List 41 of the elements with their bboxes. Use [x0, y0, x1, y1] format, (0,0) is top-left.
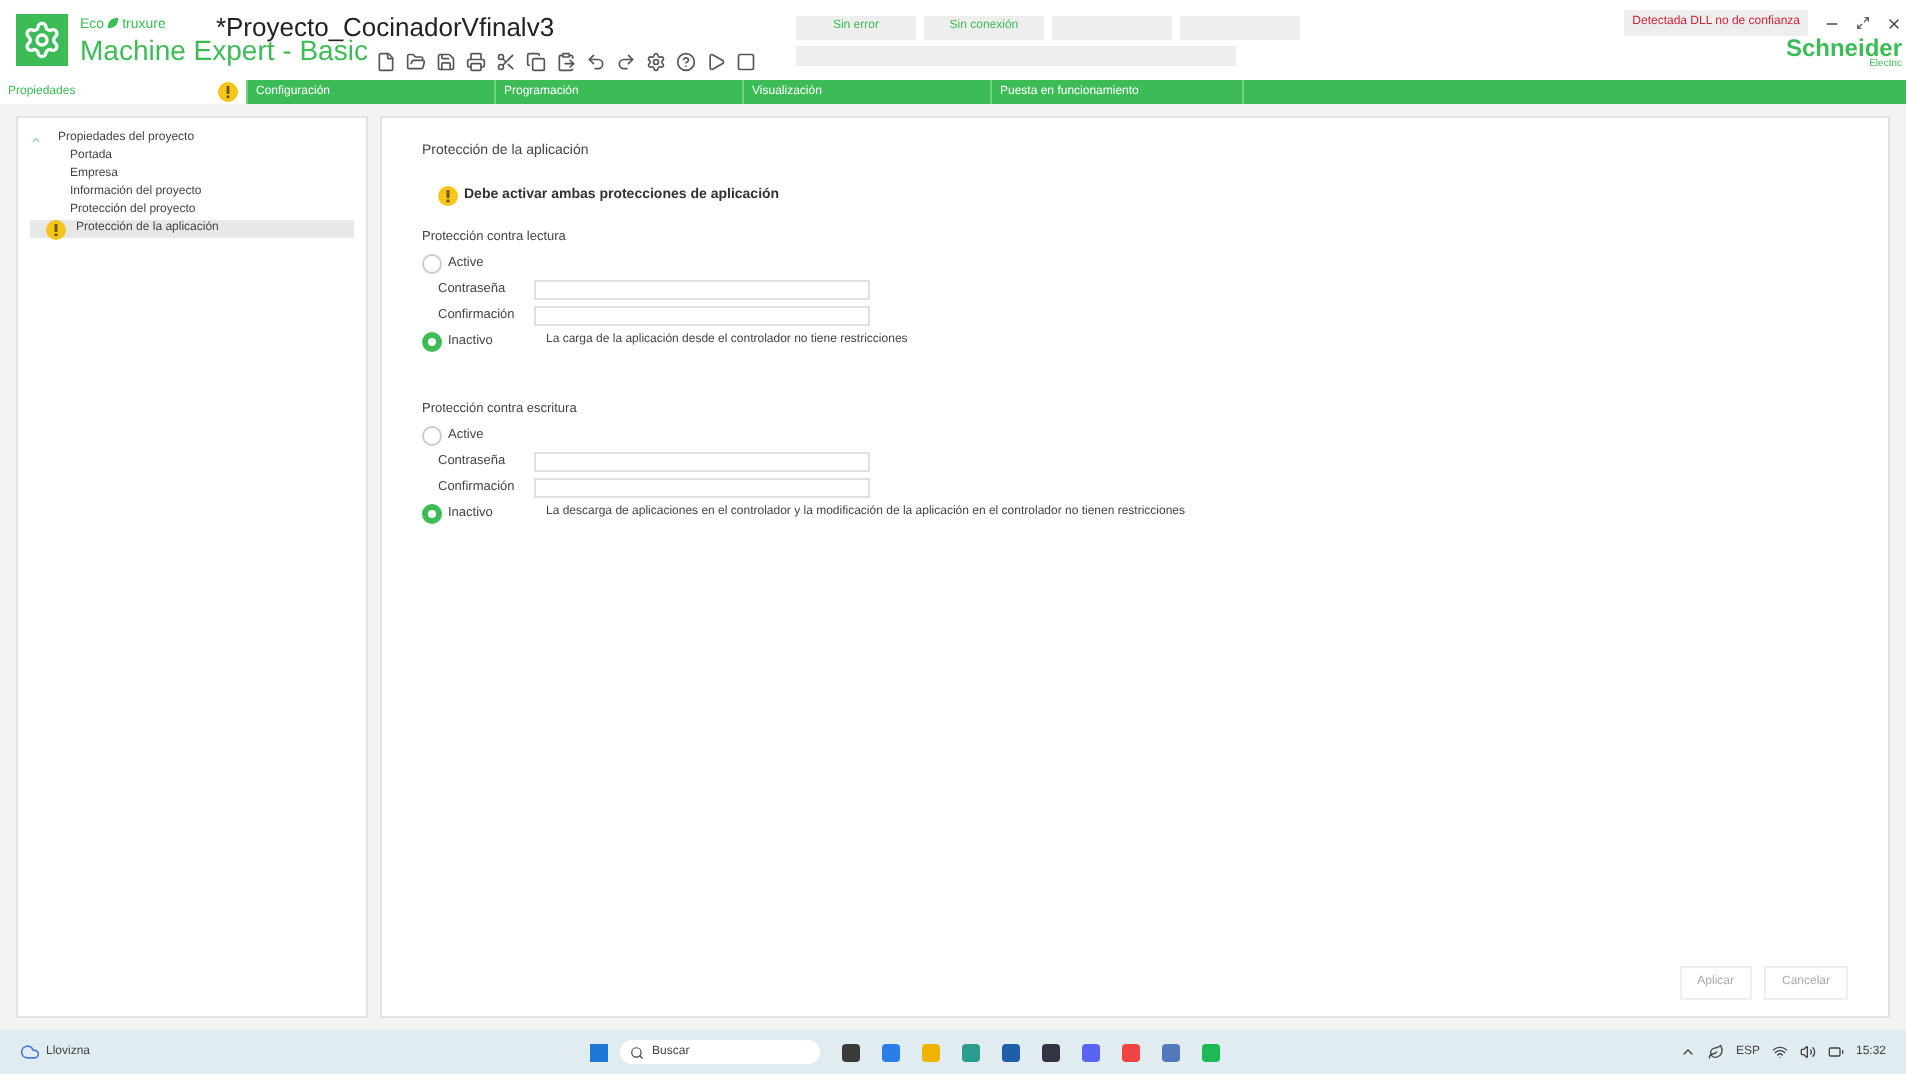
search-icon [630, 1045, 645, 1059]
radio-button[interactable] [422, 331, 442, 352]
help-icon[interactable] [675, 51, 696, 72]
gear-icon[interactable] [645, 51, 666, 72]
input-field[interactable] [534, 279, 870, 300]
battery-icon[interactable] [1827, 1044, 1844, 1060]
warning-icon [46, 219, 66, 239]
maximize-icon[interactable] [1856, 16, 1870, 30]
copy-icon[interactable] [525, 51, 546, 72]
logo-icon [16, 14, 68, 66]
input-field[interactable] [534, 477, 870, 497]
wifi-icon[interactable] [1771, 1044, 1788, 1060]
printer-icon[interactable] [465, 51, 486, 72]
undo-icon[interactable] [585, 51, 606, 72]
vendor-logo: Schneider [1785, 36, 1902, 60]
windows-icon[interactable] [590, 1043, 609, 1061]
close-icon[interactable] [1886, 15, 1902, 31]
folder-icon[interactable] [405, 51, 426, 72]
radio-button[interactable] [422, 503, 442, 523]
volume-icon[interactable] [1799, 1044, 1816, 1060]
app-icon[interactable] [1002, 1043, 1021, 1061]
paste-icon[interactable] [555, 51, 576, 72]
input-field[interactable] [534, 305, 870, 326]
leaf-icon[interactable] [1707, 1044, 1724, 1060]
warning-icon [218, 82, 238, 102]
project-title: *Proyecto_CocinadorVfinalv3 [215, 10, 557, 43]
app-icon[interactable] [842, 1043, 861, 1061]
redo-icon[interactable] [615, 51, 636, 72]
radio-button[interactable] [422, 253, 442, 274]
leaf-icon [106, 16, 121, 31]
new-file-icon[interactable] [375, 51, 396, 72]
save-icon[interactable] [435, 51, 456, 72]
stop-icon[interactable] [735, 51, 756, 72]
scissors-icon[interactable] [495, 51, 516, 72]
cloud-icon [20, 1042, 40, 1062]
app-icon[interactable] [1042, 1043, 1061, 1061]
radio-button[interactable] [422, 425, 442, 445]
input-field[interactable] [534, 451, 870, 471]
play-icon[interactable] [705, 51, 726, 72]
chevron-icon[interactable] [1679, 1044, 1696, 1060]
warning-icon [438, 185, 458, 206]
